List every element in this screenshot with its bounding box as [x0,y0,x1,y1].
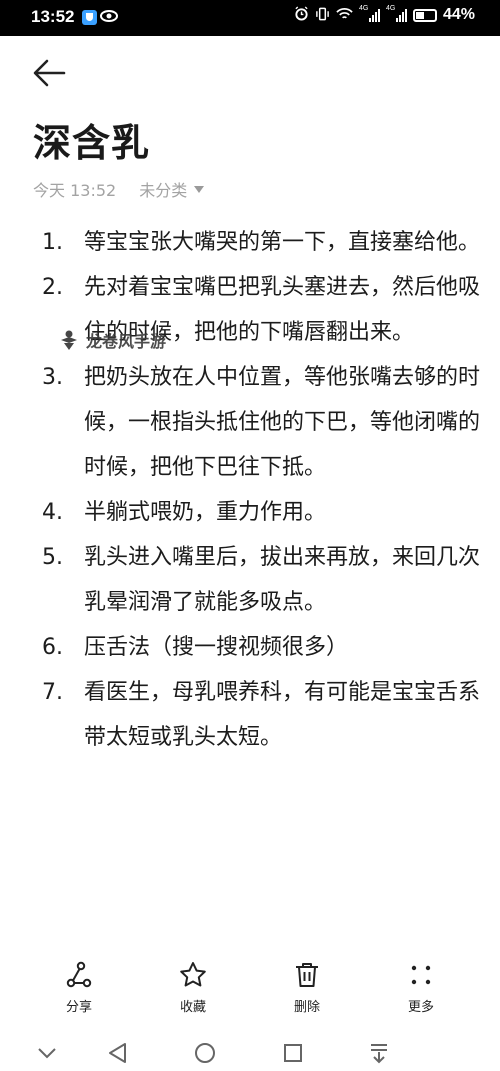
list-number: 4. [42,500,63,525]
more-button[interactable]: 更多 [376,960,466,1015]
list-text: 乳头进入嘴里后，拔出来再放，来回几次乳晕润滑了就能多吸点。 [84,545,481,615]
more-dots-icon [411,965,431,985]
list-item: 4. 半躺式喂奶，重力作用。 [42,490,482,535]
list-text: 把奶头放在人中位置，等他张嘴去够的时候，一根指头抵住他的下巴，等他闭嘴的时候，把… [84,365,481,480]
more-label: 更多 [407,1000,434,1015]
favorite-label: 收藏 [179,1000,206,1015]
triangle-back-icon [109,1043,126,1063]
list-text: 看医生，母乳喂养科，有可能是宝宝舌系带太短或乳头太短。 [84,680,481,750]
circle-home-icon [195,1043,215,1063]
list-text: 压舌法（搜一搜视频很多） [84,635,349,660]
nav-back-button[interactable] [107,1042,129,1068]
note-date: 今天 13:52 [33,181,117,200]
list-number: 1. [42,230,63,255]
net-type-label: 4G [358,5,369,12]
favorite-button[interactable]: 收藏 [148,960,238,1015]
trash-icon [296,963,318,987]
delete-button[interactable]: 删除 [262,960,352,1015]
list-item: 1. 等宝宝张大嘴哭的第一下，直接塞给他。 [42,220,482,265]
net-type-label: 4G [385,5,396,12]
watermark-text: 龙卷风手游 [86,332,167,351]
list-text: 等宝宝张大嘴哭的第一下，直接塞给他。 [84,230,481,255]
nav-collapse-button[interactable] [36,1042,58,1068]
chevron-down-icon [38,1048,56,1059]
back-button[interactable] [32,58,66,88]
share-label: 分享 [65,1000,92,1015]
nav-notification-button[interactable] [368,1042,390,1068]
watermark-logo-icon [61,330,77,350]
alarm-icon [294,6,309,24]
list-number: 6. [42,635,63,660]
list-item: 3. 把奶头放在人中位置，等他张嘴去够的时候，一根指头抵住他的下巴，等他闭嘴的时候… [42,355,482,490]
share-icon [66,961,92,988]
list-item: 5. 乳头进入嘴里后，拔出来再放，来回几次乳晕润滑了就能多吸点。 [42,535,482,625]
battery-icon [412,8,437,22]
square-recents-icon [284,1044,302,1062]
back-arrow-icon [33,59,66,87]
status-time: 13:52 [31,7,75,26]
category-dropdown[interactable]: 未分类 [139,177,205,201]
list-text: 半躺式喂奶，重力作用。 [84,500,327,525]
system-nav-bar [0,1036,500,1071]
list-number: 2. [42,275,63,300]
eye-icon [100,9,118,27]
list-number: 7. [42,680,63,705]
note-content-list: 1. 等宝宝张大嘴哭的第一下，直接塞给他。 2. 先对着宝宝嘴巴把乳头塞进去，然后他… [42,220,482,760]
list-item: 6. 压舌法（搜一搜视频很多） [42,625,482,670]
battery-percent: 44% [442,6,475,23]
list-item: 7. 看医生，母乳喂养科，有可能是宝宝舌系带太短或乳头太短。 [42,670,482,760]
category-label: 未分类 [139,181,188,200]
delete-label: 删除 [293,1000,320,1015]
nav-recents-button[interactable] [282,1042,304,1068]
cell-signal-2-icon: 4G [385,5,407,22]
vibrate-icon [315,7,330,24]
cell-signal-1-icon: 4G [358,5,380,22]
star-icon [180,962,206,987]
caret-down-icon [194,185,205,193]
wifi-icon [336,7,353,24]
nav-home-button[interactable] [194,1042,216,1068]
watermark: 龙卷风手游 [58,328,166,352]
note-meta: 今天 13:52 未分类 [33,177,205,201]
share-button[interactable]: 分享 [34,960,124,1015]
status-bar: 13:52 4G 4G 44% [0,0,500,36]
shield-app-icon [82,10,97,25]
action-bar: 分享 收藏 删除 更多 [0,960,500,1020]
list-number: 3. [42,365,63,390]
note-title: 深含乳 [33,121,151,165]
list-number: 5. [42,545,63,570]
pull-down-icon [371,1044,387,1064]
